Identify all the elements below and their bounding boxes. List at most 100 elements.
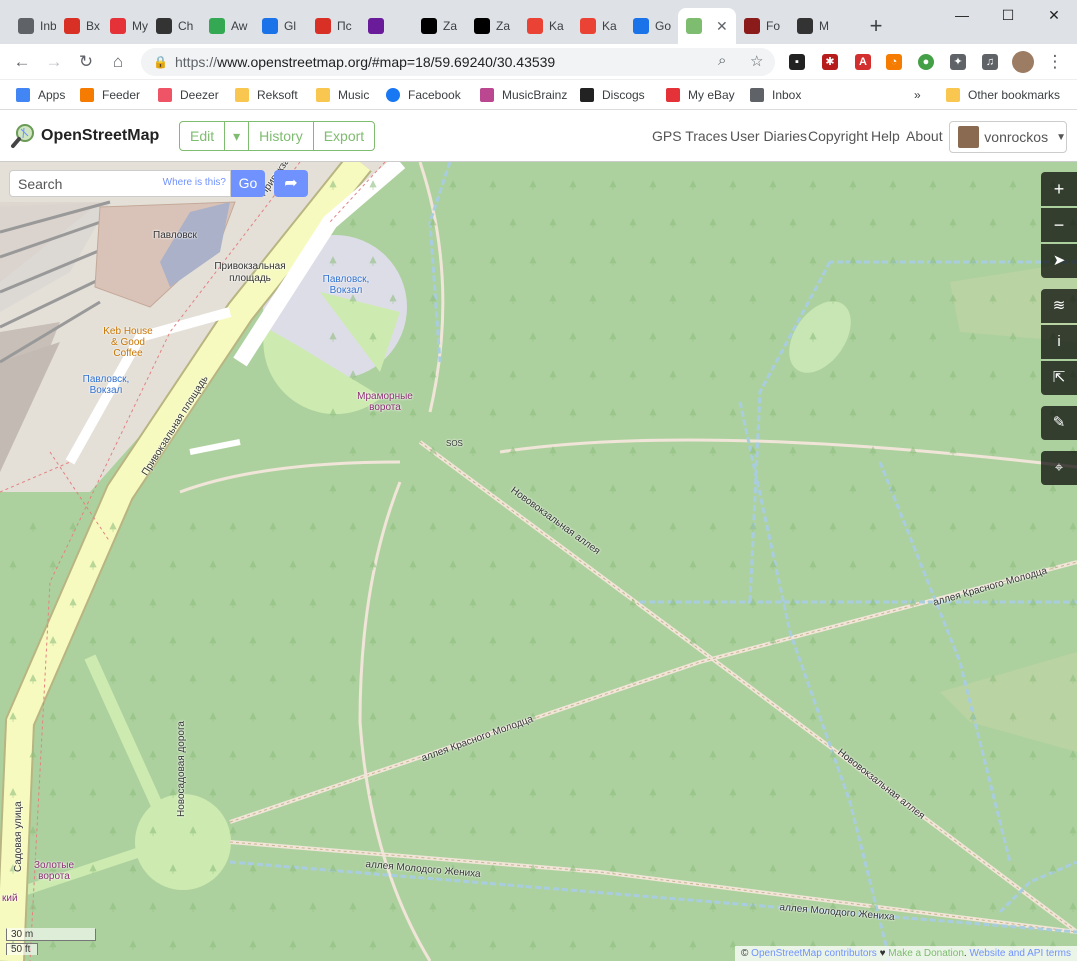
tab-title: M [819,19,829,33]
scale-imperial: 50 ft [6,943,38,955]
contributors-link[interactable]: OpenStreetMap contributors [751,948,877,959]
bookmark-item[interactable]: Facebook [386,86,461,104]
tab[interactable]: Ka [572,8,625,44]
add-note-icon[interactable]: ✎ [1041,406,1077,440]
tab[interactable]: Za [466,8,519,44]
tab-active[interactable]: ✕ [678,8,736,44]
zoom-out-button[interactable]: − [1041,208,1077,242]
bookmark-item[interactable]: Reksoft [235,86,298,104]
ebay-bag-icon [666,88,680,102]
reload-button[interactable]: ↻ [74,50,98,74]
help-link[interactable]: Help [871,128,900,144]
tab[interactable]: Za [413,8,466,44]
close-window-button[interactable]: ✕ [1031,0,1077,32]
osm-logo[interactable]: OpenStreetMap [10,123,159,149]
user-avatar [958,126,980,148]
minimize-button[interactable]: — [939,0,985,32]
bookmark-item[interactable]: Apps [16,86,65,104]
forward-button[interactable]: → [42,50,66,74]
tab[interactable] [360,8,413,44]
info-icon[interactable]: i [1041,325,1077,359]
tab[interactable]: Пс [307,8,360,44]
copyright-link[interactable]: Copyright [808,128,868,144]
zoom-in-button[interactable]: + [1041,172,1077,206]
tab[interactable]: Ka [519,8,572,44]
donate-link[interactable]: Make a Donation [888,948,964,959]
export-button[interactable]: Export [314,122,374,150]
edit-button[interactable]: Edit [180,122,226,150]
user-menu-button[interactable]: vonrockos ▼ [949,121,1067,153]
search-placeholder: Search [18,175,63,192]
home-button[interactable]: ⌂ [106,50,130,74]
za-icon [474,18,490,34]
layers-icon[interactable]: ≋ [1041,289,1077,323]
gps-traces-link[interactable]: GPS Traces [652,128,727,144]
rss-extension-icon[interactable]: ◔ [886,54,902,70]
puzzle-icon[interactable]: ✦ [950,54,966,70]
where-is-this-link[interactable]: Where is this? [163,177,226,188]
bookmark-label: Reksoft [257,88,298,102]
profile-avatar[interactable] [1012,51,1034,73]
bookmark-item[interactable]: Deezer [158,86,219,104]
bookmarks-overflow-button[interactable]: » [914,86,921,104]
mushroom-icon [315,18,331,34]
edit-dropdown-button[interactable]: ▾ [225,122,250,150]
tab[interactable]: Aw [201,8,254,44]
tab[interactable]: Go [625,8,678,44]
tab[interactable]: Inb [10,8,56,44]
osm-header: OpenStreetMap Edit ▾ History Export GPS … [0,111,1077,162]
extension-icon[interactable]: ▪ [789,54,805,70]
share-icon[interactable]: ⇱ [1041,361,1077,395]
close-tab-icon[interactable]: ✕ [716,18,728,35]
tab[interactable]: M [789,8,835,44]
pdf-extension-icon[interactable]: A [855,54,871,70]
tab[interactable]: Вх [56,8,102,44]
go-button[interactable]: Go [231,170,265,197]
locate-icon[interactable]: ➤ [1041,244,1077,278]
street-label: Новосадовая дорога [176,721,187,817]
osm-magnifier-icon [11,124,34,148]
about-link[interactable]: About [906,128,943,144]
terms-link[interactable]: Website and API terms [969,948,1071,959]
mail-icon [750,88,764,102]
other-bookmarks[interactable]: Other bookmarks [946,86,1060,104]
map-attribution: © OpenStreetMap contributors ♥ Make a Do… [735,946,1077,961]
search-input[interactable]: Search Where is this? [9,170,231,197]
scale-metric: 30 m [6,928,96,941]
tab[interactable]: Ch [148,8,201,44]
zoom-icon[interactable]: ⌕ [718,52,726,69]
browser-tab-strip: Inb Вх My Ch Aw Gl Пс Za Za Ka Ka Go ✕ Fo M + — ☐ ✕ [0,0,1077,44]
google-earth-icon [633,18,649,34]
history-button[interactable]: History [249,122,314,150]
extension-icon[interactable]: ✱ [822,54,838,70]
bookmark-item[interactable]: My eBay [666,86,735,104]
tab-title: Ka [602,19,617,33]
bookmark-item[interactable]: Feeder [80,86,140,104]
bookmark-star-icon[interactable]: ☆ [750,52,763,70]
user-diaries-link[interactable]: User Diaries [730,128,807,144]
tab[interactable]: Fo [736,8,789,44]
bookmark-item[interactable]: Discogs [580,86,645,104]
media-control-icon[interactable]: ♫ [982,54,998,70]
address-bar[interactable]: 🔒 https://www.openstreetmap.org/#map=18/… [141,48,775,76]
bookmark-label: Apps [38,88,66,102]
map-view[interactable]: Павловск Привокзальная площадь Привокзал… [0,162,1077,961]
chrome-menu-icon[interactable]: ⋮ [1043,50,1067,74]
new-tab-button[interactable]: + [864,12,888,40]
maximize-button[interactable]: ☐ [985,0,1031,32]
tab[interactable]: Gl [254,8,307,44]
back-button[interactable]: ← [10,50,34,74]
deezer-icon [158,88,172,102]
za-icon [421,18,437,34]
bookmark-item[interactable]: MusicBrainz [480,86,567,104]
folder-icon [235,88,249,102]
directions-icon[interactable]: ➦ [274,170,308,197]
query-features-icon[interactable]: ⌖ [1041,451,1077,485]
username: vonrockos [984,129,1049,145]
discogs-icon [580,88,594,102]
tab[interactable]: My [102,8,148,44]
color-picker-extension-icon[interactable]: ● [918,54,934,70]
bookmark-label: Facebook [408,88,461,102]
bookmark-item[interactable]: Music [316,86,369,104]
bookmark-item[interactable]: Inbox [750,86,801,104]
